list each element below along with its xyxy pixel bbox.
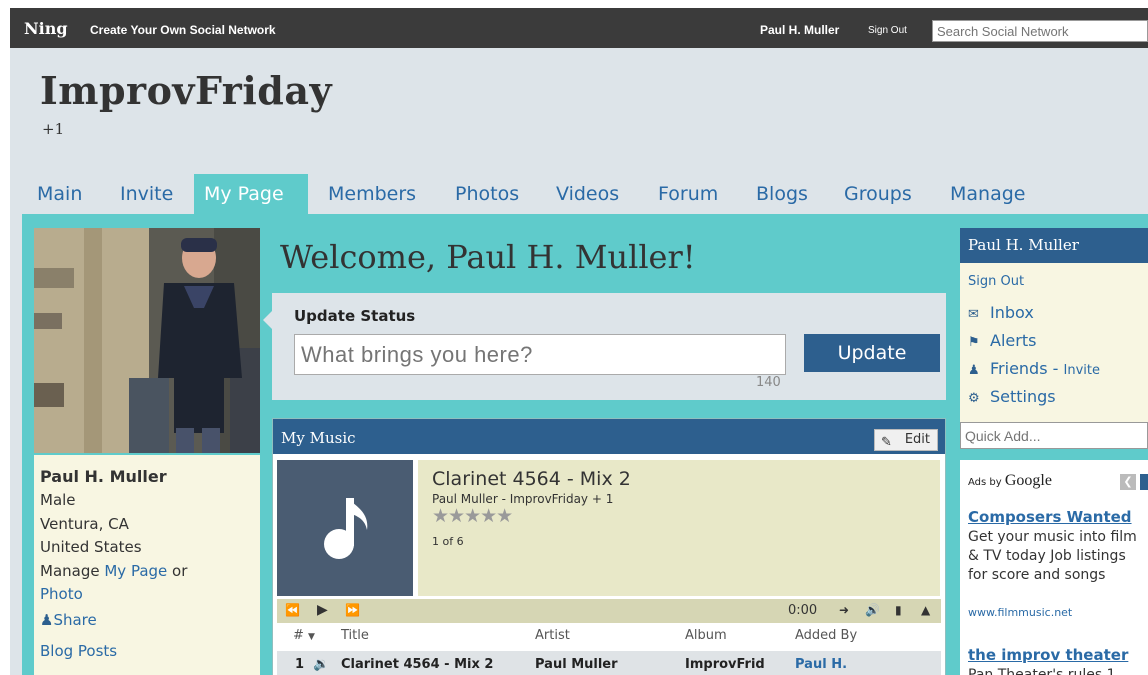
track-title: Clarinet 4564 - Mix 2 (432, 468, 631, 490)
share-music-icon[interactable]: ▮ (895, 603, 902, 617)
welcome-heading: Welcome, Paul H. Muller! (280, 238, 696, 276)
col-num[interactable]: # ▼ (293, 628, 315, 643)
profile-photo[interactable] (34, 228, 260, 453)
track-artist: Paul Muller - ImprovFriday + 1 (432, 492, 614, 506)
track-position: 1 of 6 (432, 535, 464, 548)
create-network-link[interactable]: Create Your Own Social Network (90, 23, 276, 37)
status-char-count: 140 (756, 375, 781, 390)
top-user-link[interactable]: Paul H. Muller (760, 23, 839, 37)
share-link[interactable]: ♟Share (40, 609, 254, 633)
rewind-icon[interactable]: ⏪ (285, 603, 300, 617)
status-label: Update Status (294, 307, 416, 325)
blog-posts-link[interactable]: Blog Posts (40, 640, 254, 664)
profile-info: Paul H. Muller Male Ventura, CA United S… (34, 455, 260, 675)
ad-text: Pan Theater's rules 1 (968, 667, 1116, 675)
music-note-icon (324, 498, 368, 559)
settings-link[interactable]: ⚙ Settings (968, 387, 1056, 406)
col-added-by[interactable]: Added By (795, 628, 857, 643)
sidebar-sign-out[interactable]: Sign Out (968, 274, 1024, 289)
play-icon[interactable]: ▶ (317, 602, 328, 618)
google-logo: Google (1004, 472, 1052, 489)
sort-down-icon: ▼ (308, 632, 315, 642)
collapse-icon[interactable]: ▲ (921, 603, 930, 617)
tab-forum[interactable]: Forum (648, 174, 728, 214)
row-added-by[interactable]: Paul H. (795, 657, 847, 672)
playback-time: 0:00 (788, 603, 818, 618)
col-title[interactable]: Title (341, 628, 369, 643)
music-title: My Music (281, 429, 356, 447)
ning-logo[interactable]: Ning (24, 19, 68, 38)
gear-icon: ⚙ (968, 391, 980, 406)
chevron-right-icon[interactable] (1140, 474, 1148, 490)
row-artist: Paul Muller (535, 657, 618, 672)
top-bar: Ning Create Your Own Social Network Paul… (10, 8, 1148, 48)
tab-manage[interactable]: Manage (940, 174, 1035, 214)
tab-members[interactable]: Members (318, 174, 426, 214)
person-icon: ♟ (968, 363, 980, 378)
flag-icon: ⚑ (968, 335, 980, 350)
profile-city: Ventura, CA (40, 514, 129, 533)
tab-videos[interactable]: Videos (546, 174, 629, 214)
row-num: 1 (295, 657, 305, 672)
sidebar-user-name[interactable]: Paul H. Muller (960, 228, 1148, 263)
speaker-icon: 🔉 (313, 657, 330, 672)
volume-icon[interactable]: 🔊 (865, 603, 880, 617)
tab-groups[interactable]: Groups (834, 174, 922, 214)
tab-photos[interactable]: Photos (445, 174, 529, 214)
tab-invite[interactable]: Invite (110, 174, 183, 214)
inbox-link[interactable]: ✉ Inbox (968, 303, 1034, 322)
site-subtitle: +1 (42, 120, 65, 138)
share-icon: ♟ (40, 610, 54, 629)
music-header: My Music ✎ Edit (273, 419, 945, 454)
ad-title[interactable]: the improv theater (968, 646, 1128, 664)
music-player: Clarinet 4564 - Mix 2 Paul Muller - Impr… (273, 454, 945, 675)
envelope-icon: ✉ (968, 307, 979, 322)
pencil-icon: ✎ (881, 435, 892, 450)
rating-stars[interactable]: ★★★★★ (432, 505, 513, 527)
profile-gender: Male (40, 491, 76, 509)
or-text: or (167, 561, 188, 580)
track-info: Clarinet 4564 - Mix 2 Paul Muller - Impr… (418, 460, 940, 596)
manage-line: Manage My Page or (40, 560, 254, 584)
status-notch (263, 311, 272, 329)
album-art (277, 460, 413, 596)
tab-my-page[interactable]: My Page (194, 174, 308, 214)
user-sidebar: Paul H. Muller Sign Out ✉ Inbox ⚑ Alerts ♟… (960, 228, 1148, 422)
tab-blogs[interactable]: Blogs (746, 174, 818, 214)
col-album[interactable]: Album (685, 628, 727, 643)
status-input[interactable] (294, 334, 786, 375)
ads-panel: Ads by Google ❮ Composers Wanted Get you… (960, 460, 1148, 675)
ads-by-google[interactable]: Ads by Google (968, 472, 1052, 490)
edit-button[interactable]: ✎ Edit (874, 429, 938, 451)
music-module: My Music ✎ Edit Clarinet 4564 - Mix 2 Pau… (272, 418, 946, 675)
track-row[interactable]: 1 🔉 Clarinet 4564 - Mix 2 Paul Muller Im… (277, 651, 941, 675)
col-artist[interactable]: Artist (535, 628, 570, 643)
tab-main[interactable]: Main (27, 174, 92, 214)
track-list-header: # ▼ Title Artist Album Added By (277, 625, 941, 649)
player-controls: ⏪ ▶ ⏩ 0:00 ➜ 🔊 ▮ ▲ (277, 599, 941, 623)
ad-url[interactable]: www.filmmusic.net (968, 606, 1072, 619)
profile-name: Paul H. Muller (40, 467, 167, 486)
fast-forward-icon[interactable]: ⏩ (345, 603, 360, 617)
update-button[interactable]: Update (804, 334, 940, 372)
chevron-left-icon[interactable]: ❮ (1120, 474, 1136, 490)
quick-add-input[interactable] (960, 422, 1148, 449)
next-arrow-icon[interactable]: ➜ (839, 603, 849, 617)
browser-page: Ning Create Your Own Social Network Paul… (10, 8, 1148, 675)
my-page-link[interactable]: My Page (104, 562, 167, 580)
site-title[interactable]: ImprovFriday (40, 68, 332, 113)
profile-country: United States (40, 538, 142, 556)
alerts-link[interactable]: ⚑ Alerts (968, 331, 1036, 350)
top-sign-out-link[interactable]: Sign Out (868, 25, 907, 36)
row-title: Clarinet 4564 - Mix 2 (341, 657, 494, 672)
row-album: ImprovFrid (685, 657, 765, 672)
invite-link[interactable]: Invite (1064, 363, 1100, 378)
manage-prefix: Manage (40, 561, 105, 580)
photo-link[interactable]: Photo (40, 583, 254, 607)
search-input[interactable] (932, 20, 1148, 42)
ad-title[interactable]: Composers Wanted (968, 508, 1132, 526)
friends-link[interactable]: ♟ Friends - Invite (968, 359, 1100, 378)
ad-text: Get your music into film & TV today Job … (968, 529, 1137, 583)
